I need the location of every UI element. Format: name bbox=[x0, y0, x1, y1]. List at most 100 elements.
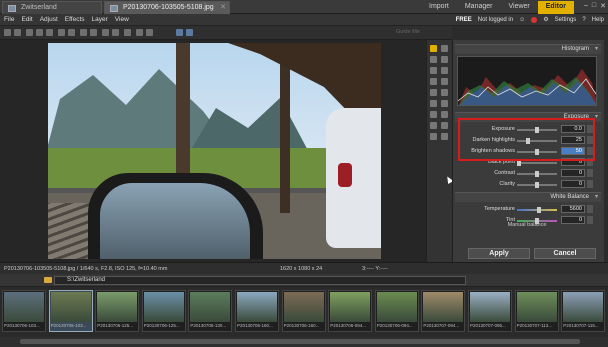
histogram-header[interactable]: Histogram ▾ bbox=[455, 44, 601, 54]
thumbnail[interactable]: P20130706-130... bbox=[188, 290, 233, 332]
folder-icon[interactable] bbox=[44, 277, 52, 283]
contrast-slider[interactable] bbox=[517, 171, 557, 177]
thumbnail[interactable]: P20130706-094... bbox=[328, 290, 373, 332]
close-tab-icon[interactable]: ✕ bbox=[220, 3, 226, 11]
tab-folder[interactable]: Zwitserland bbox=[2, 1, 102, 14]
eraser-icon[interactable] bbox=[441, 122, 448, 129]
manual-balance-link[interactable]: Manual balance bbox=[454, 222, 600, 228]
thumbnail[interactable]: P20130706-160... bbox=[281, 290, 326, 332]
search-icon[interactable] bbox=[441, 56, 448, 63]
thumbnail[interactable]: P20130706-094... bbox=[374, 290, 419, 332]
stamp-icon[interactable] bbox=[441, 100, 448, 107]
red-eye-icon[interactable] bbox=[430, 100, 437, 107]
gear-icon[interactable]: ⚙ bbox=[543, 16, 548, 23]
user-icon[interactable]: ☺ bbox=[519, 17, 525, 23]
scrollbar-thumb[interactable] bbox=[20, 339, 580, 344]
tab-folder-label: Zwitserland bbox=[21, 4, 57, 11]
thumbnail[interactable]: P20130706-125... bbox=[95, 290, 140, 332]
thumbnail[interactable]: P20130706-125... bbox=[141, 290, 186, 332]
help-icon[interactable]: ? bbox=[582, 17, 585, 23]
white-balance-header[interactable]: White Balance ▾ bbox=[455, 192, 601, 202]
hand-icon[interactable] bbox=[430, 67, 437, 74]
thumbnail[interactable]: P20130706-103... bbox=[48, 290, 93, 332]
zoom-in-icon[interactable] bbox=[136, 29, 143, 36]
view-single-icon[interactable] bbox=[176, 29, 183, 36]
view-compare-icon[interactable] bbox=[186, 29, 193, 36]
forward-icon[interactable] bbox=[14, 29, 21, 36]
undo-icon[interactable] bbox=[80, 29, 87, 36]
contrast-spinner[interactable] bbox=[587, 169, 593, 177]
rotate-left-icon[interactable] bbox=[102, 29, 109, 36]
mask-icon[interactable] bbox=[441, 133, 448, 140]
black-point-slider[interactable] bbox=[517, 160, 557, 166]
help-link[interactable]: Help bbox=[592, 17, 604, 23]
thumbnail[interactable]: P20130707-113... bbox=[514, 290, 559, 332]
temperature-value[interactable]: 5600 bbox=[561, 205, 585, 213]
text-icon[interactable] bbox=[430, 89, 437, 96]
straighten-icon[interactable] bbox=[430, 78, 437, 85]
cancel-button[interactable]: Cancel bbox=[534, 248, 596, 259]
temperature-slider[interactable] bbox=[517, 207, 557, 213]
wand-icon[interactable] bbox=[430, 133, 437, 140]
mode-manager[interactable]: Manager bbox=[457, 1, 501, 14]
guide-me-label[interactable]: Guide Me bbox=[396, 29, 420, 35]
maximize-icon[interactable]: □ bbox=[592, 2, 596, 10]
thumbnail[interactable]: P20130706-103... bbox=[2, 290, 46, 332]
copy-icon[interactable] bbox=[58, 29, 65, 36]
menu-view[interactable]: View bbox=[115, 16, 129, 23]
lightning-icon[interactable] bbox=[430, 45, 437, 52]
slider-knob[interactable] bbox=[535, 182, 539, 188]
clarity-row: Clarity 0 bbox=[457, 180, 601, 189]
menu-adjust[interactable]: Adjust bbox=[40, 16, 58, 23]
print-icon[interactable] bbox=[46, 29, 53, 36]
minimize-icon[interactable]: – bbox=[584, 2, 588, 10]
settings-link[interactable]: Settings bbox=[555, 17, 577, 23]
filmstrip-scrollbar[interactable] bbox=[0, 337, 608, 347]
apply-button[interactable]: Apply bbox=[468, 248, 530, 259]
contrast-value[interactable]: 0 bbox=[561, 169, 585, 177]
slider-knob[interactable] bbox=[536, 207, 541, 213]
image-canvas[interactable] bbox=[0, 40, 426, 262]
pencil-icon[interactable] bbox=[430, 122, 437, 129]
tab-image-label: P20130706-103505-5108.jpg bbox=[123, 4, 214, 11]
thumbnail[interactable]: P20130707-115... bbox=[561, 290, 606, 332]
save-icon[interactable] bbox=[36, 29, 43, 36]
mode-editor[interactable]: Editor bbox=[537, 1, 574, 14]
thumbnail[interactable]: P20130707-095... bbox=[468, 290, 512, 332]
clarity-value[interactable]: 0 bbox=[561, 180, 585, 188]
crop-tool-icon[interactable] bbox=[441, 67, 448, 74]
open-icon[interactable] bbox=[26, 29, 33, 36]
redo-icon[interactable] bbox=[90, 29, 97, 36]
close-window-icon[interactable]: ✕ bbox=[600, 2, 606, 10]
thumbnail-name: P20130707-094... bbox=[423, 323, 460, 328]
menu-layer[interactable]: Layer bbox=[92, 16, 108, 23]
rotate-right-icon[interactable] bbox=[112, 29, 119, 36]
login-status[interactable]: Not logged in bbox=[478, 17, 513, 23]
lasso-icon[interactable] bbox=[441, 111, 448, 118]
resize-icon[interactable] bbox=[441, 78, 448, 85]
folder-path[interactable]: S:\Zwitserland bbox=[54, 276, 466, 285]
tab-image[interactable]: P20130706-103505-5108.jpg ✕ bbox=[104, 1, 230, 14]
mode-import[interactable]: Import bbox=[421, 1, 457, 14]
paste-icon[interactable] bbox=[68, 29, 75, 36]
print-tool-icon[interactable] bbox=[441, 45, 448, 52]
temperature-spinner[interactable] bbox=[587, 205, 593, 213]
clarity-slider[interactable] bbox=[517, 182, 557, 188]
thumbnail-name: P20130706-103... bbox=[50, 323, 87, 328]
thumbnail[interactable]: P20130706-160... bbox=[235, 290, 279, 332]
crop-icon[interactable] bbox=[124, 29, 131, 36]
brush-icon[interactable] bbox=[430, 56, 437, 63]
menu-effects[interactable]: Effects bbox=[65, 16, 85, 23]
menu-file[interactable]: File bbox=[4, 16, 14, 23]
back-icon[interactable] bbox=[4, 29, 11, 36]
frame-icon[interactable] bbox=[441, 89, 448, 96]
slider-knob[interactable] bbox=[535, 171, 539, 177]
menu-edit[interactable]: Edit bbox=[21, 16, 32, 23]
thumbnail-name: P20130706-130... bbox=[190, 323, 227, 328]
clarity-spinner[interactable] bbox=[587, 180, 593, 188]
notification-icon[interactable] bbox=[531, 16, 538, 23]
selection-icon[interactable] bbox=[430, 111, 437, 118]
mode-viewer[interactable]: Viewer bbox=[500, 1, 537, 14]
thumbnail[interactable]: P20130707-094... bbox=[421, 290, 466, 332]
zoom-out-icon[interactable] bbox=[146, 29, 153, 36]
